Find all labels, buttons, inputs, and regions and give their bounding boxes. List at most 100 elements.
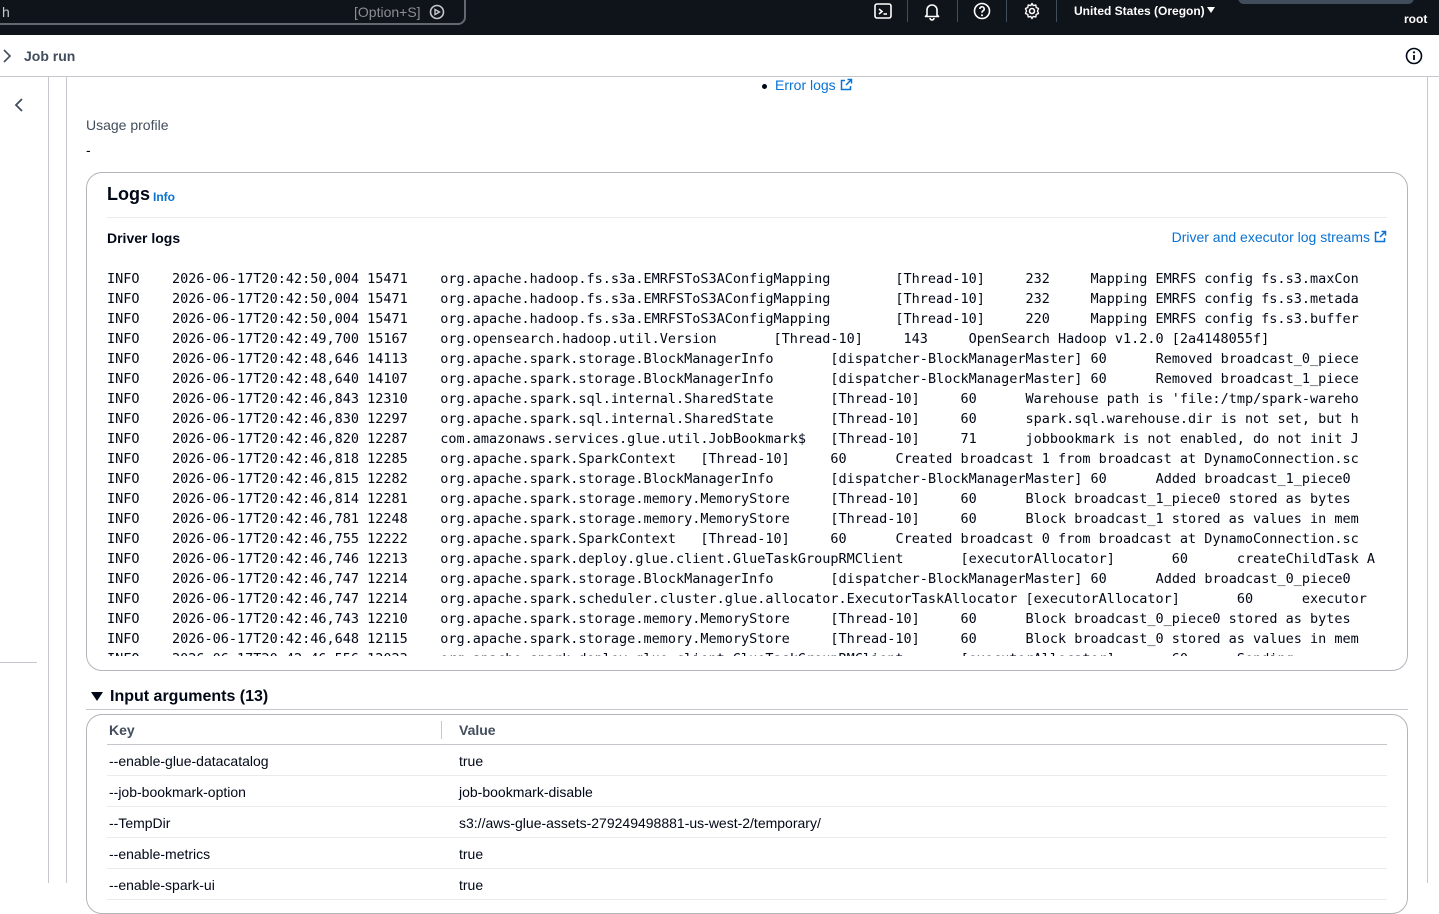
log-timestamp: 2026-06-17T20:42:46,843 12310 (172, 391, 408, 407)
log-level: INFO (107, 551, 140, 567)
log-source: org.apache.spark.deploy.glue.client.Glue… (440, 649, 903, 656)
log-level: INFO (107, 391, 140, 407)
log-message: Mapping EMRFS config fs.s3.metada (1090, 291, 1359, 307)
log-line-number: 220 (1025, 311, 1050, 327)
log-level: INFO (107, 591, 140, 607)
log-thread: [dispatcher-BlockManagerMaster] (830, 351, 1083, 367)
argument-value: true (459, 753, 484, 769)
info-panel-icon[interactable] (1405, 47, 1423, 65)
caret-down-icon[interactable] (91, 692, 103, 701)
log-line-number: 60 (960, 631, 977, 647)
column-header-value[interactable]: Value (459, 722, 496, 738)
argument-value: true (459, 846, 484, 862)
log-thread: [Thread-10] (895, 271, 985, 287)
argument-key: --enable-glue-datacatalog (109, 753, 269, 769)
log-line: INFO 2026-06-17T20:42:46,747 12214 org.a… (107, 589, 1387, 609)
log-streams-link[interactable]: Driver and executor log streams (1172, 229, 1387, 245)
settings-icon[interactable] (1022, 1, 1042, 21)
divider (0, 662, 37, 663)
column-header-key[interactable]: Key (109, 722, 135, 738)
log-message: Created broadcast 1 from broadcast at Dy… (895, 451, 1359, 467)
log-thread: [Thread-10] (830, 631, 920, 647)
log-line: INFO 2026-06-17T20:42:49,700 15167 org.o… (107, 329, 1387, 349)
logs-info-link[interactable]: Info (153, 190, 175, 204)
log-message: Mapping EMRFS config fs.s3.maxCon (1090, 271, 1359, 287)
log-timestamp: 2026-06-17T20:42:46,743 12210 (172, 611, 408, 627)
log-message: Block broadcast_1_piece0 stored as bytes (1025, 491, 1351, 507)
account-menu[interactable]: root (1404, 12, 1427, 26)
bell-icon[interactable] (922, 1, 942, 21)
log-timestamp: 2026-06-17T20:42:46,814 12281 (172, 491, 408, 507)
cloudshell-icon[interactable] (873, 1, 893, 21)
log-message: Added broadcast_0_piece0 (1155, 571, 1351, 587)
external-link-icon (840, 78, 852, 91)
log-line: INFO 2026-06-17T20:42:46,743 12210 org.a… (107, 609, 1387, 629)
log-message: Block broadcast_0_piece0 stored as bytes (1025, 611, 1351, 627)
log-thread: [dispatcher-BlockManagerMaster] (830, 571, 1083, 587)
argument-value: true (459, 877, 484, 893)
log-thread: [executorAllocator] (960, 551, 1115, 567)
log-thread: [Thread-10] (830, 411, 920, 427)
help-icon[interactable] (972, 1, 992, 21)
account-chip[interactable] (1238, 0, 1414, 4)
log-timestamp: 2026-06-17T20:42:46,648 12115 (172, 631, 408, 647)
log-message: Created broadcast 0 from broadcast at Dy… (895, 531, 1359, 547)
log-thread: [Thread-10] (830, 511, 920, 527)
search-input[interactable]: h [Option+S] (0, 0, 466, 25)
log-source: org.apache.spark.storage.memory.MemorySt… (440, 631, 790, 647)
log-message: Removed broadcast_0_piece (1155, 351, 1359, 367)
log-line-number: 60 (1090, 371, 1107, 387)
region-selector[interactable]: United States (Oregon) (1074, 4, 1205, 18)
log-timestamp: 2026-06-17T20:42:48,646 14113 (172, 351, 408, 367)
error-logs-link[interactable]: Error logs (775, 77, 853, 93)
log-source: com.amazonaws.services.glue.util.JobBook… (440, 431, 806, 447)
log-line-number: 60 (1171, 551, 1189, 567)
driver-logs-label: Driver logs (107, 230, 181, 246)
log-source: org.apache.spark.storage.BlockManagerInf… (440, 371, 774, 387)
log-timestamp: 2026-06-17T20:42:46,830 12297 (172, 411, 408, 427)
log-timestamp: 2026-06-17T20:42:48,640 14107 (172, 371, 408, 387)
log-timestamp: 2026-06-17T20:42:46,815 12282 (172, 471, 408, 487)
log-timestamp: 2026-06-17T20:42:46,747 12214 (172, 571, 408, 587)
column-resizer[interactable] (441, 721, 442, 739)
log-message: Mapping EMRFS config fs.s3.buffer (1090, 311, 1359, 327)
log-level: INFO (107, 471, 140, 487)
log-source: org.apache.spark.SparkContext (440, 531, 676, 547)
table-row: --job-bookmark-option job-bookmark-disabl… (107, 776, 1387, 807)
input-arguments-header[interactable]: Input arguments (13) (110, 688, 268, 706)
driver-log-output[interactable]: INFO 2026-06-17T20:42:50,004 15471 org.a… (107, 269, 1387, 656)
log-source: org.apache.hadoop.fs.s3a.EMRFSToS3AConfi… (440, 271, 831, 287)
breadcrumb: Job run (0, 35, 1439, 77)
log-message: Block broadcast_0 stored as values in me… (1025, 631, 1359, 647)
log-source: org.apache.spark.storage.BlockManagerInf… (440, 571, 774, 587)
chevron-left-icon[interactable] (13, 97, 25, 113)
